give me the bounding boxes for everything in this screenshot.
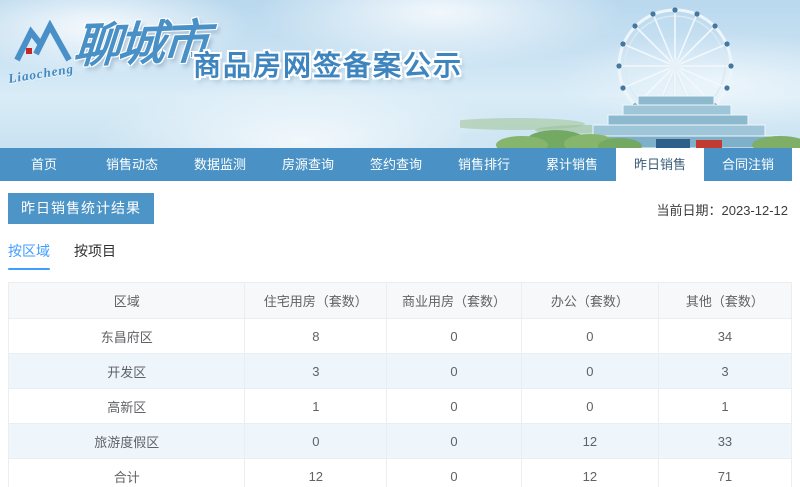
column-header: 区域 — [9, 283, 245, 319]
table-cell: 1 — [658, 389, 791, 424]
table-cell: 3 — [245, 354, 387, 389]
table-cell: 12 — [521, 459, 658, 487]
table-cell: 0 — [245, 424, 387, 459]
nav-item-sales-dynamics[interactable]: 销售动态 — [88, 148, 176, 181]
table-header-row: 区域住宅用房（套数）商业用房（套数）办公（套数）其他（套数） — [9, 283, 792, 319]
city-name-calligraphy: 聊城市 — [72, 20, 208, 72]
column-header: 其他（套数） — [658, 283, 791, 319]
column-header: 商业用房（套数） — [387, 283, 522, 319]
table-cell: 0 — [387, 389, 522, 424]
ferris-wheel-illustration — [460, 0, 800, 148]
main-nav: 首页 销售动态 数据监测 房源查询 签约查询 销售排行 累计销售 昨日销售 合同… — [0, 148, 800, 181]
nav-item-data-monitoring[interactable]: 数据监测 — [176, 148, 264, 181]
table-cell: 0 — [387, 354, 522, 389]
table-cell: 东昌府区 — [9, 319, 245, 354]
table-cell: 高新区 — [9, 389, 245, 424]
current-date-label: 当前日期：2023-12-12 — [657, 200, 789, 219]
table-cell: 0 — [521, 354, 658, 389]
table-cell: 合计 — [9, 459, 245, 487]
nav-item-yesterday-sales[interactable]: 昨日销售 — [616, 148, 704, 181]
table-cell: 71 — [658, 459, 791, 487]
content-area: 昨日销售统计结果 当前日期：2023-12-12 按区域 按项目 区域住宅用房（… — [0, 181, 800, 487]
nav-item-cumulative-sales[interactable]: 累计销售 — [528, 148, 616, 181]
sales-statistics-table: 区域住宅用房（套数）商业用房（套数）办公（套数）其他（套数） 东昌府区80034… — [8, 282, 792, 487]
table-row: 高新区1001 — [9, 389, 792, 424]
table-cell: 0 — [387, 424, 522, 459]
column-header: 办公（套数） — [521, 283, 658, 319]
tab-by-region[interactable]: 按区域 — [8, 241, 50, 270]
nav-item-contract-cancellation[interactable]: 合同注销 — [704, 148, 792, 181]
nav-spacer — [792, 148, 800, 181]
table-cell: 旅游度假区 — [9, 424, 245, 459]
section-title: 昨日销售统计结果 — [8, 193, 154, 224]
table-row: 合计1201271 — [9, 459, 792, 487]
tab-by-project[interactable]: 按项目 — [74, 241, 116, 270]
site-title: 商品房网签备案公示 — [193, 44, 463, 84]
table-cell: 34 — [658, 319, 791, 354]
table-cell: 12 — [245, 459, 387, 487]
table-cell: 0 — [521, 319, 658, 354]
nav-item-housing-query[interactable]: 房源查询 — [264, 148, 352, 181]
nav-item-contract-query[interactable]: 签约查询 — [352, 148, 440, 181]
table-cell: 33 — [658, 424, 791, 459]
site-banner: Liaocheng 聊城市 商品房网签备案公示 — [0, 0, 800, 148]
table-cell: 0 — [521, 389, 658, 424]
table-row: 东昌府区80034 — [9, 319, 792, 354]
page: Liaocheng 聊城市 商品房网签备案公示 — [0, 0, 800, 487]
table-cell: 0 — [387, 319, 522, 354]
table-cell: 3 — [658, 354, 791, 389]
table-row: 旅游度假区001233 — [9, 424, 792, 459]
column-header: 住宅用房（套数） — [245, 283, 387, 319]
table-body: 东昌府区80034开发区3003高新区1001旅游度假区001233合计1201… — [9, 319, 792, 487]
table-cell: 8 — [245, 319, 387, 354]
nav-item-sales-ranking[interactable]: 销售排行 — [440, 148, 528, 181]
city-logo-icon — [14, 20, 72, 66]
table-cell: 12 — [521, 424, 658, 459]
table-cell: 开发区 — [9, 354, 245, 389]
nav-item-home[interactable]: 首页 — [0, 148, 88, 181]
view-tabs: 按区域 按项目 — [8, 241, 792, 270]
table-row: 开发区3003 — [9, 354, 792, 389]
table-cell: 0 — [387, 459, 522, 487]
table-cell: 1 — [245, 389, 387, 424]
